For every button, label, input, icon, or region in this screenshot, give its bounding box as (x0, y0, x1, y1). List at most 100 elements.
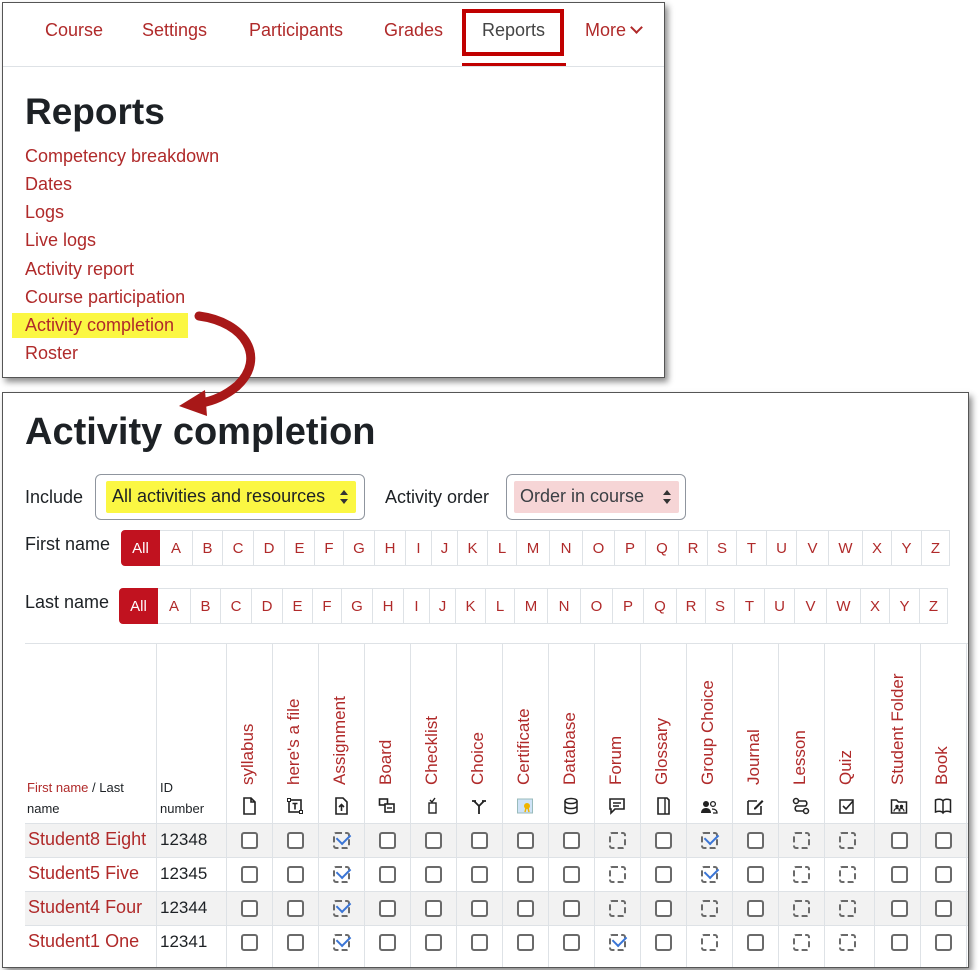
first-name-letter-g[interactable]: G (344, 530, 375, 566)
completion-checkbox[interactable] (471, 866, 488, 883)
first-name-letter-y[interactable]: Y (892, 530, 922, 566)
last-name-letter-y[interactable]: Y (890, 588, 920, 624)
last-name-letter-q[interactable]: Q (644, 588, 677, 624)
completion-checkbox[interactable] (747, 866, 764, 883)
completion-checkbox[interactable] (655, 934, 672, 951)
completion-checkbox[interactable] (517, 866, 534, 883)
completion-checkbox[interactable] (379, 866, 396, 883)
last-name-letter-x[interactable]: X (861, 588, 890, 624)
completion-checkbox[interactable] (891, 934, 908, 951)
activity-name-database[interactable]: Database (560, 712, 580, 785)
completion-checkbox[interactable] (471, 934, 488, 951)
first-name-letter-s[interactable]: S (708, 530, 737, 566)
activity-name-certificate[interactable]: Certificate (514, 708, 534, 785)
completion-checkbox[interactable] (241, 934, 258, 951)
report-link-competency-breakdown[interactable]: Competency breakdown (25, 146, 219, 167)
last-name-letter-u[interactable]: U (765, 588, 795, 624)
first-name-letter-k[interactable]: K (458, 530, 488, 566)
last-name-letter-h[interactable]: H (373, 588, 404, 624)
first-name-letter-h[interactable]: H (375, 530, 406, 566)
completion-checkbox[interactable] (471, 832, 488, 849)
completion-checkbox[interactable] (935, 900, 952, 917)
activity-name-assignment[interactable]: Assignment (330, 696, 350, 785)
last-name-letter-l[interactable]: L (486, 588, 515, 624)
first-name-letter-q[interactable]: Q (646, 530, 679, 566)
completion-checkbox[interactable] (747, 900, 764, 917)
activity-name-glossary[interactable]: Glossary (652, 718, 672, 785)
completion-checkbox[interactable] (891, 900, 908, 917)
first-name-letter-t[interactable]: T (737, 530, 767, 566)
last-name-letter-t[interactable]: T (735, 588, 765, 624)
last-name-letter-b[interactable]: B (191, 588, 221, 624)
student-name-link[interactable]: Student5 Five (28, 863, 139, 884)
activity-name-choice[interactable]: Choice (468, 732, 488, 785)
first-name-letter-z[interactable]: Z (922, 530, 950, 566)
activity-name-here-s-a-file[interactable]: here's a file (284, 699, 304, 785)
activity-name-journal[interactable]: Journal (744, 729, 764, 785)
activity-name-board[interactable]: Board (376, 740, 396, 785)
first-name-letter-o[interactable]: O (583, 530, 615, 566)
last-name-letter-c[interactable]: C (221, 588, 252, 624)
report-link-roster[interactable]: Roster (25, 343, 78, 364)
first-name-letter-w[interactable]: W (829, 530, 863, 566)
completion-checkbox[interactable] (425, 900, 442, 917)
activity-name-syllabus[interactable]: syllabus (238, 724, 258, 785)
completion-checkbox[interactable] (935, 832, 952, 849)
activity-name-forum[interactable]: Forum (606, 736, 626, 785)
completion-checkbox[interactable] (425, 832, 442, 849)
last-name-letter-m[interactable]: M (515, 588, 548, 624)
nav-more[interactable]: More (585, 20, 643, 41)
completion-checkbox[interactable] (563, 934, 580, 951)
completion-checkbox[interactable] (241, 832, 258, 849)
completion-checkbox[interactable] (517, 934, 534, 951)
last-name-letter-e[interactable]: E (283, 588, 313, 624)
completion-checkbox[interactable] (379, 900, 396, 917)
first-name-letter-m[interactable]: M (517, 530, 550, 566)
first-name-letter-d[interactable]: D (254, 530, 285, 566)
first-name-letter-l[interactable]: L (488, 530, 517, 566)
report-link-live-logs[interactable]: Live logs (25, 230, 96, 251)
last-name-letter-o[interactable]: O (581, 588, 613, 624)
last-name-letter-d[interactable]: D (252, 588, 283, 624)
completion-checkbox[interactable] (379, 934, 396, 951)
last-name-letter-z[interactable]: Z (920, 588, 948, 624)
last-name-letter-g[interactable]: G (342, 588, 373, 624)
completion-checkbox[interactable] (891, 866, 908, 883)
completion-checkbox[interactable] (425, 934, 442, 951)
student-name-link[interactable]: Student1 One (28, 931, 139, 952)
first-name-letter-b[interactable]: B (193, 530, 223, 566)
completion-checkbox[interactable] (471, 900, 488, 917)
first-name-letter-i[interactable]: I (406, 530, 432, 566)
nav-settings[interactable]: Settings (142, 20, 207, 41)
completion-checkbox[interactable] (655, 866, 672, 883)
nav-participants[interactable]: Participants (249, 20, 343, 41)
completion-checkbox[interactable] (241, 866, 258, 883)
last-name-letter-s[interactable]: S (706, 588, 735, 624)
completion-checkbox[interactable] (563, 832, 580, 849)
completion-checkbox[interactable] (287, 866, 304, 883)
activity-name-lesson[interactable]: Lesson (790, 730, 810, 785)
completion-checkbox[interactable] (287, 934, 304, 951)
first-name-letter-p[interactable]: P (615, 530, 646, 566)
first-name-letter-u[interactable]: U (767, 530, 797, 566)
student-name-link[interactable]: Student8 Eight (28, 829, 146, 850)
report-link-activity-report[interactable]: Activity report (25, 259, 134, 280)
completion-checkbox[interactable] (287, 900, 304, 917)
activity-order-select[interactable]: Order in course (506, 474, 686, 520)
last-name-sort-link[interactable]: / Last (88, 780, 124, 795)
first-name-letter-v[interactable]: V (797, 530, 829, 566)
last-name-letter-f[interactable]: F (313, 588, 342, 624)
last-name-letter-i[interactable]: I (404, 588, 430, 624)
last-name-letter-n[interactable]: N (548, 588, 581, 624)
completion-checkbox[interactable] (425, 866, 442, 883)
completion-checkbox[interactable] (655, 900, 672, 917)
first-name-letter-e[interactable]: E (285, 530, 315, 566)
completion-checkbox[interactable] (747, 832, 764, 849)
last-name-letter-w[interactable]: W (827, 588, 861, 624)
completion-checkbox[interactable] (287, 832, 304, 849)
nav-course[interactable]: Course (45, 20, 103, 41)
last-name-letter-all[interactable]: All (119, 588, 158, 624)
completion-checkbox[interactable] (891, 832, 908, 849)
completion-checkbox[interactable] (241, 900, 258, 917)
report-link-logs[interactable]: Logs (25, 202, 64, 223)
